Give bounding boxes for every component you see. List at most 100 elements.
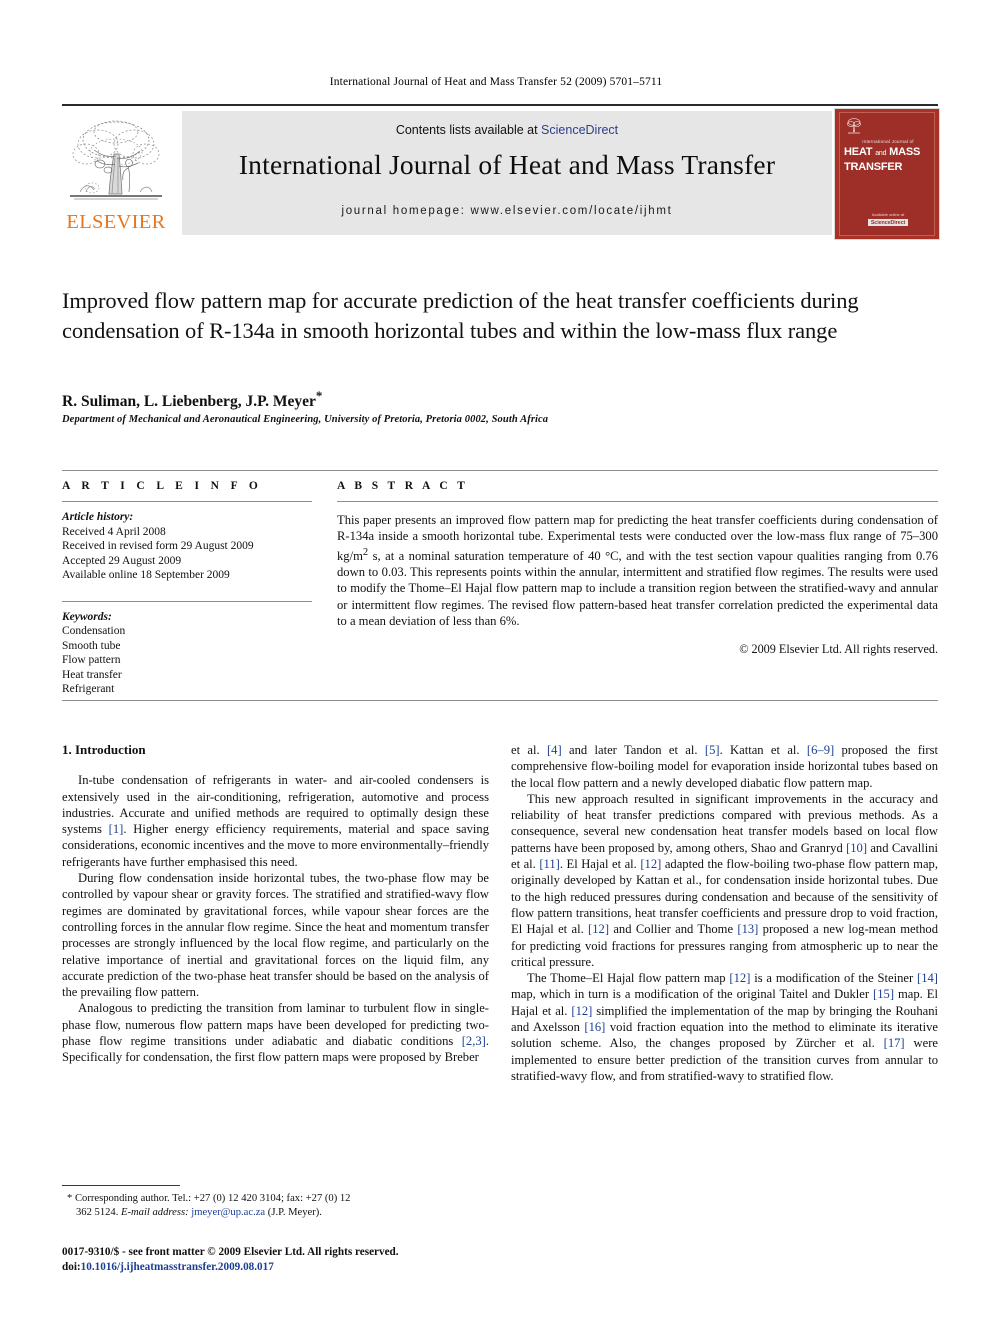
footnote-marker: * xyxy=(67,1193,73,1204)
paragraph: In-tube condensation of refrigerants in … xyxy=(62,772,489,870)
issn-copyright-line: 0017-9310/$ - see front matter © 2009 El… xyxy=(62,1246,399,1258)
author-affiliation: Department of Mechanical and Aeronautica… xyxy=(62,414,549,425)
page-footer: 0017-9310/$ - see front matter © 2009 El… xyxy=(62,1245,562,1274)
article-history-label: Article history: xyxy=(62,511,134,523)
doi-link[interactable]: 10.1016/j.ijheatmasstransfer.2009.08.017 xyxy=(81,1261,274,1273)
cover-title-line2: MASS xyxy=(889,146,921,158)
body-column-right: et al. [4] and later Tandon et al. [5]. … xyxy=(511,742,938,1084)
paragraph-text: The Thome–El Hajal flow pattern map xyxy=(527,971,730,986)
paragraph: The Thome–El Hajal flow pattern map [12]… xyxy=(511,970,938,1084)
elsevier-tree-icon xyxy=(70,120,162,200)
keywords-block: Keywords: Condensation Smooth tube Flow … xyxy=(62,610,312,697)
citation-ref[interactable]: [2,3] xyxy=(462,1034,486,1048)
article-info-heading: A R T I C L E I N F O xyxy=(62,480,263,492)
journal-homepage-link[interactable]: journal homepage: www.elsevier.com/locat… xyxy=(182,205,832,217)
corresponding-author-footnote: * Corresponding author. Tel.: +27 (0) 12… xyxy=(62,1185,362,1219)
cover-inner-frame: International Journal of HEAT and MASS T… xyxy=(839,112,935,236)
author-names: R. Suliman, L. Liebenberg, J.P. Meyer xyxy=(62,393,316,411)
running-head: International Journal of Heat and Mass T… xyxy=(329,76,663,88)
article-history-item: Received 4 April 2008 xyxy=(62,525,166,538)
citation-ref[interactable]: [5] xyxy=(705,743,720,757)
elsevier-logo: ELSEVIER xyxy=(62,114,170,232)
citation-ref[interactable]: [4] xyxy=(547,743,562,757)
cover-subtitle: International Journal of xyxy=(862,139,914,144)
paragraph: This new approach resulted in significan… xyxy=(511,791,938,970)
cover-title-and: and xyxy=(875,150,887,157)
paragraph-text: et al. xyxy=(511,743,547,757)
paragraph: et al. [4] and later Tandon et al. [5]. … xyxy=(511,742,938,791)
contents-available-line: Contents lists available at ScienceDirec… xyxy=(182,123,832,137)
keyword-item: Refrigerant xyxy=(62,683,115,695)
abstract-copyright: © 2009 Elsevier Ltd. All rights reserved… xyxy=(739,642,938,657)
cover-sciencedirect-badge: ScienceDirect xyxy=(867,219,909,226)
info-section-bottom-rule xyxy=(62,700,938,701)
article-history-block: Article history: Received 4 April 2008 R… xyxy=(62,510,312,583)
abstract-column: A B S T R A C T This paper presents an i… xyxy=(337,480,938,657)
abstract-rule xyxy=(337,501,938,502)
citation-ref[interactable]: [13] xyxy=(737,922,758,936)
doi-label: doi: xyxy=(62,1260,81,1273)
abstract-part-2: s, at a nominal saturation temperature o… xyxy=(337,548,938,628)
journal-cover-thumbnail[interactable]: International Journal of HEAT and MASS T… xyxy=(834,108,940,240)
author-list: R. Suliman, L. Liebenberg, J.P. Meyer* xyxy=(62,388,922,411)
citation-ref[interactable]: [11] xyxy=(539,857,560,871)
corresponding-author-marker: * xyxy=(315,388,323,403)
paragraph: During flow condensation inside horizont… xyxy=(62,871,489,1000)
doi-line: doi:10.1016/j.ijheatmasstransfer.2009.08… xyxy=(62,1260,562,1275)
paragraph-text: and Collier and Thome xyxy=(609,922,738,937)
citation-ref[interactable]: [10] xyxy=(846,841,867,855)
article-info-column: A R T I C L E I N F O Article history: R… xyxy=(62,480,312,697)
keyword-item: Flow pattern xyxy=(62,654,121,666)
contents-prefix: Contents lists available at xyxy=(395,123,542,137)
cover-title-line1: HEAT xyxy=(844,146,873,158)
citation-ref[interactable]: [12] xyxy=(640,857,661,871)
paragraph-text: . El Hajal et al. xyxy=(559,857,641,872)
article-history-item: Received in revised form 29 August 2009 xyxy=(62,540,254,552)
paragraph-text: . Kattan et al. xyxy=(719,743,807,757)
cover-title-line3: TRANSFER xyxy=(844,160,903,173)
cover-elsevier-tree-icon xyxy=(847,118,861,134)
paragraph: Analogous to predicting the transition f… xyxy=(62,1000,489,1065)
keywords-label: Keywords: xyxy=(62,610,112,623)
citation-ref[interactable]: [12] xyxy=(571,1004,592,1018)
article-title: Improved flow pattern map for accurate p… xyxy=(62,288,859,343)
citation-ref[interactable]: [12] xyxy=(729,971,750,985)
paragraph-text: map, which in turn is a modification of … xyxy=(511,987,874,1002)
cover-footer-text: Available online at xyxy=(871,212,905,217)
keywords-rule xyxy=(62,600,312,602)
article-info-rule xyxy=(62,501,312,502)
abstract-text: This paper presents an improved flow pat… xyxy=(337,512,938,629)
citation-ref[interactable]: [15] xyxy=(873,987,894,1001)
elsevier-wordmark: ELSEVIER xyxy=(66,210,166,233)
keyword-item: Heat transfer xyxy=(62,668,122,681)
journal-masthead: ELSEVIER Contents lists available at Sci… xyxy=(62,104,940,240)
email-owner: (J.P. Meyer). xyxy=(267,1206,322,1218)
body-column-left: 1. Introduction In-tube condensation of … xyxy=(62,742,489,1066)
citation-ref[interactable]: [6–9] xyxy=(807,743,834,757)
abstract-heading: A B S T R A C T xyxy=(337,480,469,492)
citation-ref[interactable]: [16] xyxy=(584,1020,605,1034)
keyword-item: Smooth tube xyxy=(62,639,121,652)
article-history-item: Accepted 29 August 2009 xyxy=(62,554,182,567)
footnote-rule xyxy=(62,1185,180,1186)
email-link[interactable]: jmeyer@up.ac.za xyxy=(191,1207,265,1218)
paragraph-text: is a modification of the Steiner xyxy=(750,971,918,986)
citation-ref[interactable]: [12] xyxy=(588,922,609,936)
citation-ref[interactable]: [14] xyxy=(917,971,938,985)
email-label: E-mail address: xyxy=(121,1206,189,1218)
section-heading-introduction: 1. Introduction xyxy=(62,742,146,757)
citation-ref[interactable]: [17] xyxy=(884,1036,905,1050)
info-section-top-rule xyxy=(62,470,938,471)
journal-title: International Journal of Heat and Mass T… xyxy=(238,149,776,180)
journal-article-page: International Journal of Heat and Mass T… xyxy=(0,0,992,1323)
paragraph-text: and later Tandon et al. xyxy=(561,743,705,757)
citation-ref[interactable]: [1] xyxy=(109,822,124,836)
keyword-item: Condensation xyxy=(62,625,126,637)
paragraph-text: Analogous to predicting the transition f… xyxy=(62,1001,489,1049)
cover-title: HEAT and MASS TRANSFER xyxy=(844,146,932,173)
article-history-item: Available online 18 September 2009 xyxy=(62,569,230,581)
cover-footer: Available online at ScienceDirect xyxy=(840,212,936,226)
footnote-text: * Corresponding author. Tel.: +27 (0) 12… xyxy=(62,1192,362,1219)
masthead-banner: Contents lists available at ScienceDirec… xyxy=(182,111,832,235)
sciencedirect-link[interactable]: ScienceDirect xyxy=(541,123,618,137)
